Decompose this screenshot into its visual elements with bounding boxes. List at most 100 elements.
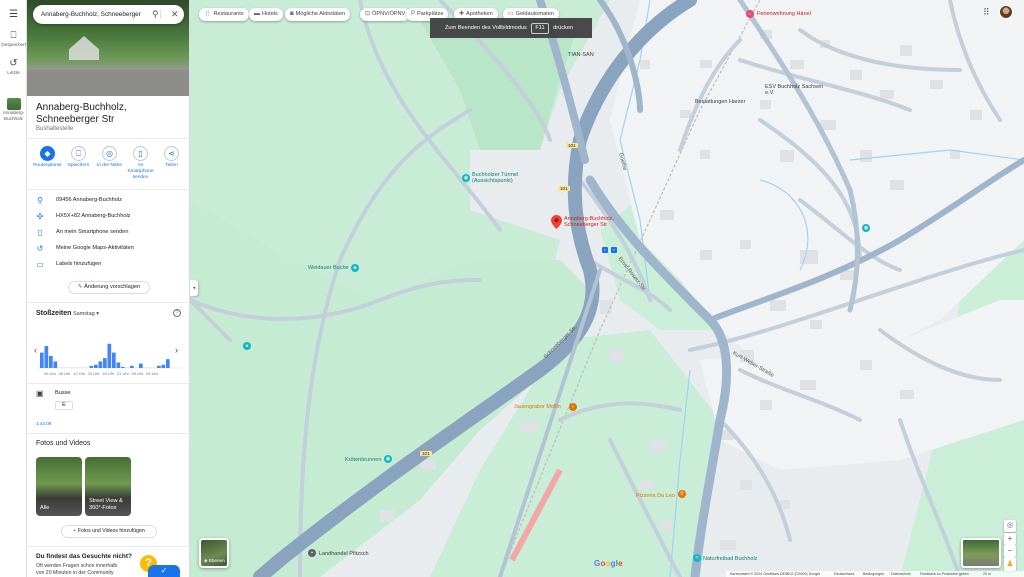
chip-activities[interactable]: ◙ Mögliche Aktivitäten xyxy=(285,8,351,21)
check-icon[interactable]: ✓ xyxy=(148,565,180,577)
swimming-icon[interactable]: ≈ xyxy=(693,554,701,562)
popular-times-bar[interactable] xyxy=(130,365,134,368)
popular-times-bar[interactable] xyxy=(157,365,161,368)
popular-times-bar[interactable] xyxy=(116,362,121,369)
popular-times-bar[interactable] xyxy=(67,367,71,368)
poi-kroeten-label[interactable]: Krötenbrunnen xyxy=(345,457,381,463)
popular-times-bar[interactable] xyxy=(62,367,67,368)
footer-privacy-link[interactable]: Datenschutz xyxy=(891,571,911,577)
popular-times-bar[interactable] xyxy=(80,367,85,368)
add-photos-button[interactable]: + Fotos und Videos hinzufügen xyxy=(61,525,157,538)
bus-stop-icon[interactable]: ▪ xyxy=(602,247,608,253)
store-icon[interactable]: ▪ xyxy=(308,549,316,557)
share-icon: ⋖ xyxy=(164,146,179,161)
chip-restaurants[interactable]: 🍴 Restaurants xyxy=(199,8,249,21)
collapse-panel-button[interactable]: ◂ xyxy=(190,280,198,296)
send-to-phone-button[interactable]: ▯ An Smartphone senden xyxy=(125,146,156,181)
bookmark-icon: ⎕ xyxy=(10,30,17,41)
chip-hotels[interactable]: ▬ Hotels xyxy=(249,8,283,21)
popular-times-bar[interactable] xyxy=(98,361,103,368)
saved-button[interactable]: ⎕ Gespeichert xyxy=(0,30,27,48)
popular-times-bar[interactable] xyxy=(161,364,166,368)
bus-line-badge[interactable]: E xyxy=(55,401,73,410)
popular-times-bar[interactable] xyxy=(112,352,116,368)
menu-button[interactable]: ☰ xyxy=(0,9,27,21)
search-icon[interactable]: ⚲ xyxy=(152,7,159,21)
share-button[interactable]: ⋖ Teilen xyxy=(156,146,187,169)
popular-times-bar[interactable] xyxy=(107,343,112,368)
layers-button[interactable]: ◈ Ebenen xyxy=(199,538,229,568)
popular-times-bar[interactable] xyxy=(76,367,80,368)
poi-landhandel-label[interactable]: Landhandel Pfitzsch xyxy=(319,551,369,557)
footer-terms-link[interactable]: Bedingungen xyxy=(863,571,884,577)
poi-pizzeria-label[interactable]: Pizzeria Da Leo xyxy=(636,493,675,499)
poi-bestattungen-label[interactable]: Bestattungen Harzer xyxy=(695,99,745,105)
selected-place-label[interactable]: Annaberg-Buchholz, Schneeberger Str xyxy=(564,216,634,228)
poi-turm-label[interactable]: Buchholzer Türmel (Aussichtspunkt) xyxy=(472,172,532,184)
popular-times-bar[interactable] xyxy=(148,367,152,368)
photo-tile-all[interactable]: Alle xyxy=(36,457,82,516)
popular-times-bar[interactable] xyxy=(166,359,170,368)
popular-times-bar[interactable] xyxy=(152,367,157,368)
popular-times-bar[interactable] xyxy=(103,358,107,368)
popular-times-bar[interactable] xyxy=(85,367,89,368)
footer-feedback-link[interactable]: Feedback zu Produkten geben xyxy=(920,571,969,577)
park-icon[interactable]: ♠ xyxy=(243,342,251,350)
popular-times-bar[interactable] xyxy=(121,366,125,368)
my-location-icon[interactable]: ◎ xyxy=(1004,520,1016,532)
save-button[interactable]: ⎕ Speichern xyxy=(63,146,94,169)
popular-times-bar[interactable] xyxy=(125,367,130,368)
poi-esv-label[interactable]: ESV Buchholz Sachsen e.V. xyxy=(765,84,825,96)
popular-times-bar[interactable] xyxy=(49,355,53,368)
tree-icon[interactable]: ♣ xyxy=(351,264,359,272)
selected-place-pin-icon[interactable] xyxy=(551,215,562,229)
add-label-row[interactable]: ▭ Labels hinzufügen xyxy=(35,259,185,271)
footer-region[interactable]: Deutschland xyxy=(834,571,854,577)
search-input[interactable] xyxy=(41,9,141,20)
popular-times-bar[interactable] xyxy=(53,361,58,368)
popular-times-bar[interactable] xyxy=(58,367,62,368)
recent-place-button[interactable]: Annaberg- Buchholz xyxy=(0,98,27,122)
poi-weidauer-label[interactable]: Weidauer Buche xyxy=(308,265,349,271)
close-icon[interactable]: ✕ xyxy=(171,7,179,21)
place-title: Annaberg-Buchholz, Schneeberger Str xyxy=(36,102,127,125)
poi-jaeger-label[interactable]: Jauengrabor Mollin xyxy=(514,404,561,410)
send-to-phone-row[interactable]: ▯ An mein Smartphone senden xyxy=(35,227,185,239)
popular-times-bar[interactable] xyxy=(134,367,139,368)
help-icon[interactable]: ? xyxy=(173,309,181,317)
poi-naturfreibad-label[interactable]: Naturfreibad Buchholz xyxy=(703,556,757,562)
zoom-out-button[interactable]: − xyxy=(1004,545,1016,557)
popular-times-bar[interactable] xyxy=(89,365,94,368)
lodging-icon[interactable]: ⌂ xyxy=(746,10,754,18)
chip-transit[interactable]: ⊡ ÖPNV/ÖPNV xyxy=(360,8,411,21)
sports-icon[interactable]: ◉ xyxy=(862,224,870,232)
poi-tian-san-label[interactable]: TIAN-SAN xyxy=(568,52,594,58)
popular-times-bar[interactable] xyxy=(44,346,49,368)
recent-button[interactable]: ↺ Letzte xyxy=(0,58,27,76)
apps-grid-icon[interactable]: ⠿ xyxy=(983,7,990,18)
zoom-in-button[interactable]: + xyxy=(1004,533,1016,545)
pegman-icon[interactable]: ♟ xyxy=(1004,557,1016,571)
fountain-icon[interactable]: ◉ xyxy=(384,455,392,463)
shop-icon[interactable]: ▪ xyxy=(569,403,577,411)
activity-row[interactable]: ↺ Meine Google Maps-Aktivitäten xyxy=(35,243,185,255)
popular-times-bar[interactable] xyxy=(143,367,148,368)
place-category[interactable]: Bushaltestelle xyxy=(36,126,73,132)
address-row[interactable]: ⚲ 09456 Annaberg-Buchholz xyxy=(35,195,185,207)
popular-times-bar[interactable] xyxy=(94,364,98,368)
viewpoint-icon[interactable]: ◉ xyxy=(462,174,470,182)
street-view-thumbnail[interactable] xyxy=(961,538,1001,568)
avatar[interactable] xyxy=(999,5,1013,19)
popular-times-bar[interactable] xyxy=(40,352,44,368)
plus-code-row[interactable]: ✣ HX5X+82 Annaberg-Buchholz xyxy=(35,211,185,223)
popular-times-day-select[interactable]: Samstag ▾ xyxy=(73,311,99,317)
directions-button[interactable]: ◆ Routenplaner xyxy=(32,146,63,169)
photo-tile-street-view[interactable]: Street View & 360°-Fotos xyxy=(85,457,131,516)
nearby-button[interactable]: ◎ In der Nähe xyxy=(94,146,125,169)
poi-ferienwohnung-label[interactable]: Ferienwohnung Hänel xyxy=(757,11,811,17)
popular-times-bar[interactable] xyxy=(139,363,143,368)
bus-stop-icon[interactable]: ▪ xyxy=(611,247,617,253)
popular-times-bar[interactable] xyxy=(71,367,76,368)
suggest-edit-button[interactable]: ✎ Änderung vorschlagen xyxy=(68,281,150,294)
restaurant-icon[interactable]: ⚲ xyxy=(678,490,686,498)
